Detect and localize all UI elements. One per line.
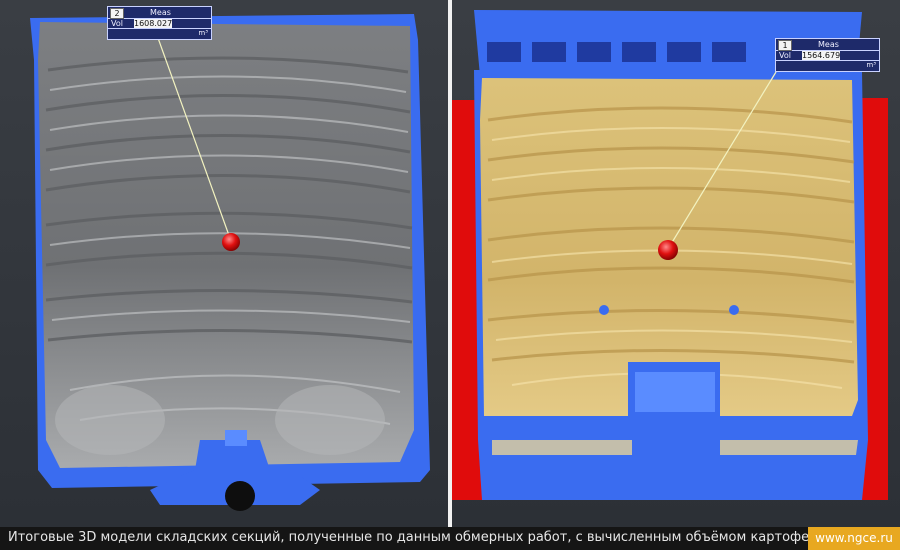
left-3d-viewport[interactable]: 2 Meas Vol 1608.027 m³ <box>0 0 448 527</box>
volume-value: 1608.027 <box>134 19 173 28</box>
measurement-index: 2 <box>110 8 124 19</box>
right-3d-viewport[interactable]: 1 Meas Vol 1564.679 m³ <box>452 0 900 527</box>
left-measurement-label: 2 Meas Vol 1608.027 m³ <box>107 6 212 40</box>
volume-label: Vol <box>111 19 123 28</box>
volume-value: 1564.679 <box>802 51 841 60</box>
measurement-title: Meas <box>818 40 839 49</box>
site-link[interactable]: www.ngce.ru <box>808 527 900 550</box>
right-volume-marker <box>658 240 678 260</box>
left-volume-marker <box>222 233 240 251</box>
volume-label: Vol <box>779 51 791 60</box>
left-point-cloud-model <box>30 14 430 511</box>
right-point-cloud-model <box>452 10 888 500</box>
volume-unit: m³ <box>866 61 876 69</box>
caption-bar: Итоговые 3D модели складских секций, пол… <box>0 527 900 550</box>
right-measurement-label: 1 Meas Vol 1564.679 m³ <box>775 38 880 72</box>
measurement-title: Meas <box>150 8 171 17</box>
measurement-index: 1 <box>778 40 792 51</box>
caption-text: Итоговые 3D модели складских секций, пол… <box>8 530 826 545</box>
volume-unit: m³ <box>198 29 208 37</box>
